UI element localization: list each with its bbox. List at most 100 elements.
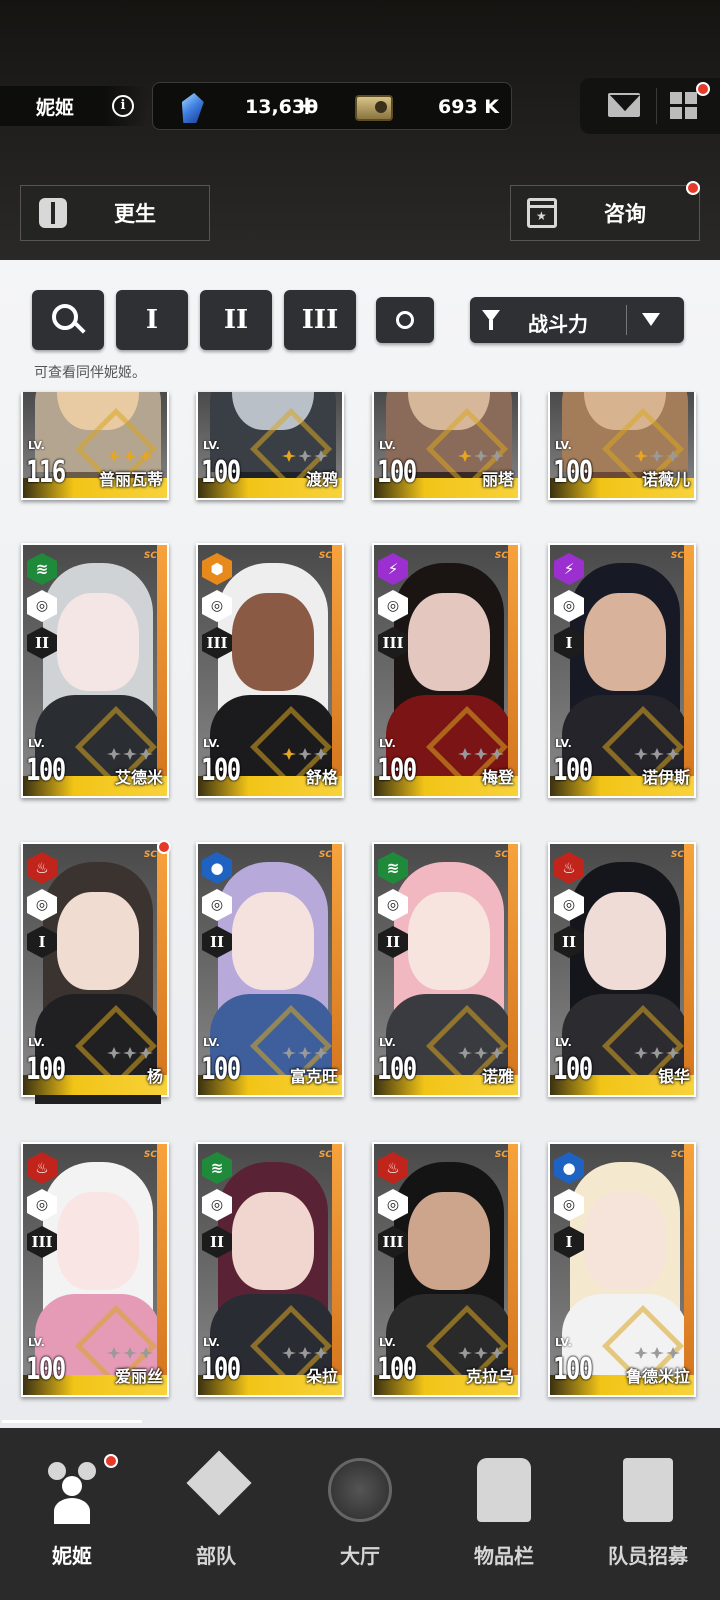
nikke-card[interactable]: SC ♨ ◎ III LV. 100 爱丽丝 xyxy=(21,1142,169,1397)
nikke-name: 梅登 xyxy=(481,768,514,787)
nikke-tags: ♨ ◎ III xyxy=(27,1152,59,1263)
star-icon xyxy=(634,748,648,760)
burst-type-badge: III xyxy=(27,1226,57,1258)
star-icon xyxy=(634,450,648,462)
nikke-tags: ⚡ ◎ I xyxy=(554,553,586,664)
fire-element-icon: ♨ xyxy=(378,1152,408,1184)
nav-nikke-label: 妮姬 xyxy=(52,1544,92,1568)
star-icon xyxy=(666,1047,680,1059)
rarity-stripe xyxy=(157,1144,167,1395)
add-gems-button[interactable]: + xyxy=(296,91,318,121)
rarity-stripe xyxy=(684,545,694,796)
nav-recruit[interactable]: 队员招募 xyxy=(576,1428,720,1600)
nikke-name: 诺薇儿 xyxy=(641,470,690,489)
nikke-card[interactable]: LV. 100 渡鸦 xyxy=(196,392,344,500)
level-label: LV. xyxy=(555,439,572,452)
star-rating xyxy=(282,748,328,760)
star-rating xyxy=(458,1347,504,1359)
star-icon xyxy=(458,450,472,462)
rarity-badge: SC xyxy=(494,551,508,561)
filter-burst-2-button[interactable]: II xyxy=(200,290,272,350)
star-icon xyxy=(666,1347,680,1359)
star-icon xyxy=(490,1347,504,1359)
star-icon xyxy=(123,748,137,760)
nikke-card[interactable]: SC ⚡ ◎ I LV. 100 诺伊斯 xyxy=(548,543,696,798)
rarity-stripe xyxy=(332,1144,342,1395)
nikke-card[interactable]: LV. 100 丽塔 xyxy=(372,392,520,500)
star-icon xyxy=(474,1347,488,1359)
filter-all-button[interactable] xyxy=(376,297,434,343)
nikke-card[interactable]: SC ⬢ ◎ III LV. 100 舒格 xyxy=(196,543,344,798)
burst-type-badge: III xyxy=(378,627,408,659)
nikke-tags: ♨ ◎ III xyxy=(378,1152,410,1263)
burst-type-badge: III xyxy=(378,1226,408,1258)
nikke-name: 舒格 xyxy=(305,768,338,787)
search-button[interactable] xyxy=(32,290,104,350)
sort-dropdown[interactable]: 战斗力 xyxy=(470,297,684,343)
nikke-level: 116 xyxy=(26,455,66,490)
chevron-down-icon xyxy=(642,313,660,326)
star-icon xyxy=(139,1047,153,1059)
star-icon xyxy=(314,1347,328,1359)
wind-element-icon: ≋ xyxy=(27,553,57,585)
nikke-name: 艾德米 xyxy=(114,768,163,787)
star-icon xyxy=(282,1347,296,1359)
inventory-icon xyxy=(477,1458,531,1522)
burst-type-badge: III xyxy=(202,627,232,659)
nikke-name: 渡鸦 xyxy=(305,470,338,489)
nikke-card[interactable]: LV. 100 诺薇儿 xyxy=(548,392,696,500)
filter-burst-3-button[interactable]: III xyxy=(284,290,356,350)
nikke-level: 100 xyxy=(377,1352,417,1387)
nikke-card[interactable]: SC ● ◎ II LV. 100 富克旺 xyxy=(196,842,344,1097)
star-icon xyxy=(650,1047,664,1059)
nav-inventory[interactable]: 物品栏 xyxy=(432,1428,576,1600)
water-element-icon: ● xyxy=(202,852,232,884)
rebirth-button[interactable]: 更生 xyxy=(20,185,210,241)
level-label: LV. xyxy=(203,439,220,452)
star-icon xyxy=(634,1347,648,1359)
nikke-card[interactable]: SC ≋ ◎ II LV. 100 艾德米 xyxy=(21,543,169,798)
filter-burst-1-button[interactable]: I xyxy=(116,290,188,350)
level-label: LV. xyxy=(28,1036,45,1049)
star-rating xyxy=(282,450,328,462)
star-icon xyxy=(474,450,488,462)
nikke-card[interactable]: SC ♨ ◎ III LV. 100 克拉乌 xyxy=(372,1142,520,1397)
credit-icon xyxy=(355,95,393,121)
star-icon xyxy=(474,748,488,760)
nav-squad-label: 部队 xyxy=(196,1544,236,1568)
nav-squad[interactable]: 部队 xyxy=(144,1428,288,1600)
nikke-card[interactable]: SC ⚡ ◎ III LV. 100 梅登 xyxy=(372,543,520,798)
nikke-card[interactable]: SC ≋ ◎ II LV. 100 诺雅 xyxy=(372,842,520,1097)
weapon-type-icon: ◎ xyxy=(378,590,408,622)
star-rating xyxy=(107,1047,153,1059)
nikke-level: 100 xyxy=(553,1352,593,1387)
nav-nikke[interactable]: 妮姬 xyxy=(0,1420,144,1600)
rarity-stripe xyxy=(684,844,694,1095)
nikke-card[interactable]: SC ♨ ◎ II LV. 100 银华 xyxy=(548,842,696,1097)
nikke-card[interactable]: SC ♨ ◎ I LV. 100 杨 xyxy=(21,840,171,1104)
star-icon xyxy=(666,450,680,462)
rarity-stripe xyxy=(508,844,518,1095)
star-icon xyxy=(650,748,664,760)
weapon-type-icon: ◎ xyxy=(202,889,232,921)
info-icon[interactable]: i xyxy=(112,95,134,117)
star-icon xyxy=(123,450,137,462)
level-label: LV. xyxy=(555,1336,572,1349)
rebirth-label: 更生 xyxy=(114,202,156,226)
nikke-name: 银华 xyxy=(657,1067,690,1086)
weapon-type-icon: ◎ xyxy=(378,889,408,921)
nikke-card[interactable]: SC ≋ ◎ II LV. 100 朵拉 xyxy=(196,1142,344,1397)
nav-lobby[interactable]: 大厅 xyxy=(288,1428,432,1600)
nikke-people-icon xyxy=(40,1458,104,1524)
nikke-name: 爱丽丝 xyxy=(114,1367,163,1386)
menu-grid-icon[interactable] xyxy=(670,92,698,120)
nikke-card[interactable]: LV. 116 普丽瓦蒂 xyxy=(21,392,169,500)
star-icon xyxy=(650,450,664,462)
star-rating xyxy=(458,450,504,462)
star-rating xyxy=(282,1047,328,1059)
nikke-card[interactable]: SC ● ◎ I LV. 100 鲁德米拉 xyxy=(548,1142,696,1397)
squad-icon xyxy=(186,1450,252,1516)
consult-button[interactable]: 咨询 xyxy=(510,185,700,241)
mail-icon[interactable] xyxy=(608,93,640,117)
circle-icon xyxy=(396,311,414,329)
